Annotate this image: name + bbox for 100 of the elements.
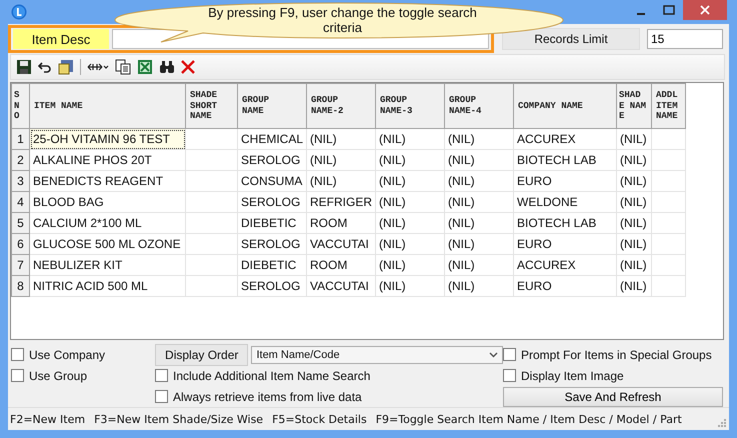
table-cell[interactable]: NITRIC ACID 500 ML <box>30 276 186 296</box>
table-cell[interactable]: GLUCOSE 500 ML OZONE <box>30 234 186 254</box>
table-cell[interactable]: CONSUMA <box>238 170 306 192</box>
table-cell[interactable] <box>186 234 238 254</box>
column-header[interactable]: SHADE SHORT NAME <box>186 84 238 128</box>
checkbox[interactable] <box>155 390 168 403</box>
table-cell[interactable]: (NIL) <box>444 128 514 150</box>
table-cell[interactable]: ROOM <box>306 212 376 234</box>
table-cell[interactable]: EURO <box>514 234 616 254</box>
table-cell[interactable]: (NIL) <box>376 170 444 192</box>
table-cell[interactable]: (NIL) <box>444 170 514 192</box>
copy-icon[interactable] <box>115 59 131 75</box>
undo-icon[interactable] <box>38 61 52 73</box>
table-cell[interactable]: (NIL) <box>444 254 514 276</box>
table-cell[interactable]: (NIL) <box>376 128 444 150</box>
table-cell[interactable] <box>186 254 238 276</box>
table-cell[interactable]: (NIL) <box>444 192 514 212</box>
row-number[interactable]: 7 <box>12 254 30 276</box>
checkbox[interactable] <box>11 348 24 361</box>
column-header[interactable]: GROUP NAME-4 <box>444 84 514 128</box>
row-number[interactable]: 6 <box>12 234 30 254</box>
save-and-refresh-button[interactable]: Save And Refresh <box>503 386 723 406</box>
column-header[interactable]: GROUP NAME-2 <box>306 84 376 128</box>
table-cell[interactable]: BENEDICTS REAGENT <box>30 170 186 192</box>
table-cell[interactable]: (NIL) <box>616 276 652 296</box>
spreadsheet-icon[interactable] <box>137 59 153 75</box>
table-cell[interactable]: (NIL) <box>376 150 444 170</box>
table-cell[interactable]: ACCUREX <box>514 254 616 276</box>
save-icon[interactable] <box>16 59 32 75</box>
column-header[interactable]: ADDL ITEM NAME <box>652 84 686 128</box>
table-cell[interactable] <box>652 276 686 296</box>
table-cell[interactable] <box>186 128 238 150</box>
close-button[interactable] <box>683 0 727 20</box>
table-cell[interactable]: EURO <box>514 276 616 296</box>
table-cell[interactable]: (NIL) <box>616 170 652 192</box>
table-cell[interactable] <box>652 128 686 150</box>
table-cell[interactable]: SEROLOG <box>238 276 306 296</box>
table-cell[interactable]: (NIL) <box>306 150 376 170</box>
table-cell[interactable]: (NIL) <box>376 254 444 276</box>
table-cell[interactable] <box>652 212 686 234</box>
table-cell[interactable]: WELDONE <box>514 192 616 212</box>
table-cell[interactable] <box>186 150 238 170</box>
table-cell[interactable]: (NIL) <box>616 234 652 254</box>
checkbox[interactable] <box>503 369 516 382</box>
table-cell[interactable]: ACCUREX <box>514 128 616 150</box>
table-cell[interactable]: VACCUTAI <box>306 234 376 254</box>
table-cell[interactable]: (NIL) <box>616 212 652 234</box>
table-cell[interactable]: BLOOD BAG <box>30 192 186 212</box>
table-cell[interactable]: CHEMICAL <box>238 128 306 150</box>
table-cell[interactable] <box>186 170 238 192</box>
table-cell[interactable]: (NIL) <box>616 128 652 150</box>
row-number[interactable]: 3 <box>12 170 30 192</box>
row-number[interactable]: 5 <box>12 212 30 234</box>
table-cell[interactable] <box>186 276 238 296</box>
table-cell[interactable]: (NIL) <box>376 192 444 212</box>
table-cell[interactable]: (NIL) <box>376 212 444 234</box>
table-cell[interactable]: (NIL) <box>444 234 514 254</box>
row-number[interactable]: 1 <box>12 128 30 150</box>
table-cell[interactable]: (NIL) <box>444 276 514 296</box>
table-cell[interactable]: (NIL) <box>376 234 444 254</box>
table-cell[interactable]: SEROLOG <box>238 150 306 170</box>
table-cell[interactable]: BIOTECH LAB <box>514 150 616 170</box>
delete-icon[interactable] <box>181 60 195 74</box>
column-header[interactable]: ITEM NAME <box>30 84 186 128</box>
table-cell[interactable]: BIOTECH LAB <box>514 212 616 234</box>
table-cell[interactable]: (NIL) <box>616 254 652 276</box>
checkbox[interactable] <box>503 348 516 361</box>
table-cell[interactable] <box>652 254 686 276</box>
table-cell[interactable] <box>186 192 238 212</box>
table-cell[interactable] <box>652 170 686 192</box>
table-cell[interactable]: (NIL) <box>444 150 514 170</box>
row-number[interactable]: 8 <box>12 276 30 296</box>
row-number[interactable]: 2 <box>12 150 30 170</box>
table-cell[interactable]: (NIL) <box>616 192 652 212</box>
table-cell[interactable]: VACCUTAI <box>306 276 376 296</box>
table-cell[interactable]: DIEBETIC <box>238 212 306 234</box>
column-width-icon[interactable] <box>87 62 109 72</box>
table-cell[interactable] <box>652 150 686 170</box>
column-header[interactable]: GROUP NAME-3 <box>376 84 444 128</box>
table-cell[interactable]: NEBULIZER KIT <box>30 254 186 276</box>
column-header[interactable]: SHAD E NAME <box>616 84 652 128</box>
column-header[interactable]: COMPANY NAME <box>514 84 616 128</box>
table-cell[interactable]: (NIL) <box>306 128 376 150</box>
records-limit-field[interactable]: 15 <box>647 29 723 49</box>
checkbox[interactable] <box>155 369 168 382</box>
display-order-dropdown[interactable]: Item Name/Code <box>251 346 503 364</box>
table-cell[interactable] <box>652 192 686 212</box>
row-number[interactable]: 4 <box>12 192 30 212</box>
table-cell[interactable]: 25-OH VITAMIN 96 TEST <box>30 128 186 150</box>
table-cell[interactable]: ALKALINE PHOS 20T <box>30 150 186 170</box>
table-cell[interactable]: (NIL) <box>306 170 376 192</box>
table-cell[interactable]: REFRIGER <box>306 192 376 212</box>
form-icon[interactable] <box>58 59 74 75</box>
table-cell[interactable]: EURO <box>514 170 616 192</box>
column-header[interactable]: GROUP NAME <box>238 84 306 128</box>
table-cell[interactable]: (NIL) <box>616 150 652 170</box>
table-cell[interactable]: CALCIUM 2*100 ML <box>30 212 186 234</box>
column-header[interactable]: S N O <box>12 84 30 128</box>
binoculars-icon[interactable] <box>159 60 175 74</box>
table-cell[interactable]: ROOM <box>306 254 376 276</box>
